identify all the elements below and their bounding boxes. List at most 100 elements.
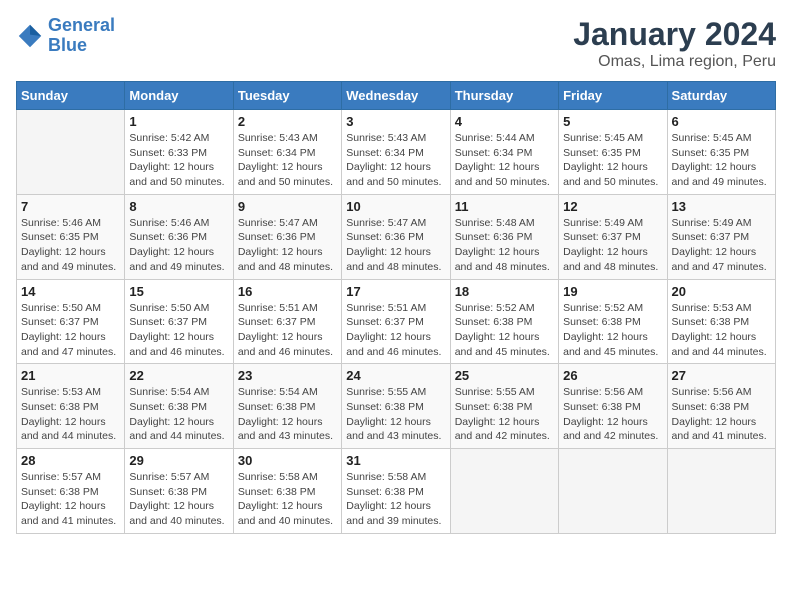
daylight-text-2: and and 48 minutes. <box>238 260 337 275</box>
daylight-text-1: Daylight: 12 hours <box>129 499 228 514</box>
calendar-cell: 12 Sunrise: 5:49 AMSunset: 6:37 PMDayligh… <box>559 194 667 279</box>
day-number: 16 <box>238 284 337 299</box>
daylight-text-1: Daylight: 12 hours <box>238 499 337 514</box>
sunrise-text: Sunrise: 5:46 AM <box>21 216 120 231</box>
daylight-text-1: Daylight: 12 hours <box>563 245 662 260</box>
calendar-cell: 24Sunrise: 5:55 AMSunset: 6:38 PMDayligh… <box>342 364 450 449</box>
sunrise-text: Sunrise: 5:45 AM <box>563 131 662 146</box>
col-header-monday: Monday <box>125 82 233 110</box>
daylight-text-2: and and 45 minutes. <box>563 345 662 360</box>
calendar-cell: 22Sunrise: 5:54 AMSunset: 6:38 PMDayligh… <box>125 364 233 449</box>
day-info: Sunrise: 5:50 AMSunset: 6:37 PMDaylight:… <box>21 301 120 360</box>
day-number: 12 <box>563 199 662 214</box>
sunset-text: Sunset: 6:38 PM <box>672 315 771 330</box>
calendar-cell: 18Sunrise: 5:52 AMSunset: 6:38 PMDayligh… <box>450 279 558 364</box>
daylight-text-1: Daylight: 12 hours <box>455 245 554 260</box>
week-row-3: 14Sunrise: 5:50 AMSunset: 6:37 PMDayligh… <box>17 279 776 364</box>
sunrise-text: Sunrise: 5:56 AM <box>563 385 662 400</box>
day-number: 5 <box>563 114 662 129</box>
day-number: 13 <box>672 199 771 214</box>
calendar-cell: 30Sunrise: 5:58 AMSunset: 6:38 PMDayligh… <box>233 449 341 534</box>
day-info: Sunrise: 5:49 AMSunset: 6:37 PMDaylight:… <box>563 216 662 275</box>
sunset-text: Sunset: 6:38 PM <box>563 400 662 415</box>
day-info: Sunrise: 5:48 AMSunset: 6:36 PMDaylight:… <box>455 216 554 275</box>
day-number: 28 <box>21 453 120 468</box>
daylight-text-2: and and 50 minutes. <box>346 175 445 190</box>
calendar-cell: 4Sunrise: 5:44 AMSunset: 6:34 PMDaylight… <box>450 110 558 195</box>
day-number: 20 <box>672 284 771 299</box>
page-title: January 2024 <box>573 16 776 53</box>
sunrise-text: Sunrise: 5:53 AM <box>21 385 120 400</box>
calendar-cell: 2Sunrise: 5:43 AMSunset: 6:34 PMDaylight… <box>233 110 341 195</box>
daylight-text-2: and and 42 minutes. <box>563 429 662 444</box>
day-info: Sunrise: 5:54 AMSunset: 6:38 PMDaylight:… <box>238 385 337 444</box>
daylight-text-1: Daylight: 12 hours <box>238 330 337 345</box>
calendar-cell: 28 Sunrise: 5:57 AMSunset: 6:38 PMDayligh… <box>17 449 125 534</box>
daylight-text-2: and and 49 minutes. <box>129 260 228 275</box>
daylight-text-1: Daylight: 12 hours <box>238 415 337 430</box>
calendar-cell: 15Sunrise: 5:50 AMSunset: 6:37 PMDayligh… <box>125 279 233 364</box>
day-info: Sunrise: 5:56 AMSunset: 6:38 PMDaylight:… <box>563 385 662 444</box>
day-number: 1 <box>129 114 228 129</box>
day-number: 17 <box>346 284 445 299</box>
calendar-cell: 11Sunrise: 5:48 AMSunset: 6:36 PMDayligh… <box>450 194 558 279</box>
day-number: 9 <box>238 199 337 214</box>
sunset-text: Sunset: 6:38 PM <box>129 400 228 415</box>
daylight-text-1: Daylight: 12 hours <box>563 330 662 345</box>
day-info: Sunrise: 5:54 AMSunset: 6:38 PMDaylight:… <box>129 385 228 444</box>
calendar-cell <box>17 110 125 195</box>
sunrise-text: Sunrise: 5:54 AM <box>238 385 337 400</box>
sunset-text: Sunset: 6:35 PM <box>672 146 771 161</box>
daylight-text-1: Daylight: 12 hours <box>346 160 445 175</box>
week-row-1: 1Sunrise: 5:42 AMSunset: 6:33 PMDaylight… <box>17 110 776 195</box>
daylight-text-1: Daylight: 12 hours <box>563 160 662 175</box>
sunset-text: Sunset: 6:37 PM <box>563 230 662 245</box>
daylight-text-2: and and 39 minutes. <box>346 514 445 529</box>
daylight-text-1: Daylight: 12 hours <box>129 330 228 345</box>
daylight-text-1: Daylight: 12 hours <box>21 330 120 345</box>
day-info: Sunrise: 5:51 AMSunset: 6:37 PMDaylight:… <box>238 301 337 360</box>
day-info: Sunrise: 5:53 AMSunset: 6:38 PMDaylight:… <box>21 385 120 444</box>
sunset-text: Sunset: 6:38 PM <box>21 400 120 415</box>
daylight-text-1: Daylight: 12 hours <box>455 415 554 430</box>
sunrise-text: Sunrise: 5:43 AM <box>238 131 337 146</box>
day-number: 21 <box>21 368 120 383</box>
logo-icon <box>16 22 44 50</box>
day-info: Sunrise: 5:57 AMSunset: 6:38 PMDaylight:… <box>21 470 120 529</box>
daylight-text-2: and and 45 minutes. <box>455 345 554 360</box>
sunset-text: Sunset: 6:34 PM <box>238 146 337 161</box>
calendar-cell: 23Sunrise: 5:54 AMSunset: 6:38 PMDayligh… <box>233 364 341 449</box>
day-info: Sunrise: 5:53 AMSunset: 6:38 PMDaylight:… <box>672 301 771 360</box>
calendar-cell <box>667 449 775 534</box>
sunset-text: Sunset: 6:38 PM <box>238 485 337 500</box>
sunset-text: Sunset: 6:37 PM <box>21 315 120 330</box>
daylight-text-2: and and 48 minutes. <box>563 260 662 275</box>
sunrise-text: Sunrise: 5:50 AM <box>21 301 120 316</box>
day-info: Sunrise: 5:47 AMSunset: 6:36 PMDaylight:… <box>238 216 337 275</box>
sunrise-text: Sunrise: 5:55 AM <box>455 385 554 400</box>
sunrise-text: Sunrise: 5:52 AM <box>455 301 554 316</box>
sunset-text: Sunset: 6:35 PM <box>563 146 662 161</box>
daylight-text-1: Daylight: 12 hours <box>346 415 445 430</box>
week-row-2: 7Sunrise: 5:46 AMSunset: 6:35 PMDaylight… <box>17 194 776 279</box>
calendar-cell: 21 Sunrise: 5:53 AMSunset: 6:38 PMDayligh… <box>17 364 125 449</box>
day-info: Sunrise: 5:49 AMSunset: 6:37 PMDaylight:… <box>672 216 771 275</box>
calendar-header-row: SundayMondayTuesdayWednesdayThursdayFrid… <box>17 82 776 110</box>
logo-general: General <box>48 15 115 35</box>
daylight-text-2: and and 41 minutes. <box>672 429 771 444</box>
sunrise-text: Sunrise: 5:51 AM <box>238 301 337 316</box>
daylight-text-2: and and 44 minutes. <box>672 345 771 360</box>
sunset-text: Sunset: 6:38 PM <box>346 485 445 500</box>
daylight-text-1: Daylight: 12 hours <box>129 160 228 175</box>
day-number: 29 <box>129 453 228 468</box>
sunrise-text: Sunrise: 5:58 AM <box>238 470 337 485</box>
daylight-text-2: and and 46 minutes. <box>129 345 228 360</box>
title-area: January 2024 Omas, Lima region, Peru <box>573 16 776 71</box>
day-number: 8 <box>129 199 228 214</box>
daylight-text-1: Daylight: 12 hours <box>129 245 228 260</box>
daylight-text-2: and and 50 minutes. <box>129 175 228 190</box>
day-number: 24 <box>346 368 445 383</box>
calendar-cell: 26Sunrise: 5:56 AMSunset: 6:38 PMDayligh… <box>559 364 667 449</box>
daylight-text-2: and and 48 minutes. <box>455 260 554 275</box>
daylight-text-1: Daylight: 12 hours <box>238 160 337 175</box>
